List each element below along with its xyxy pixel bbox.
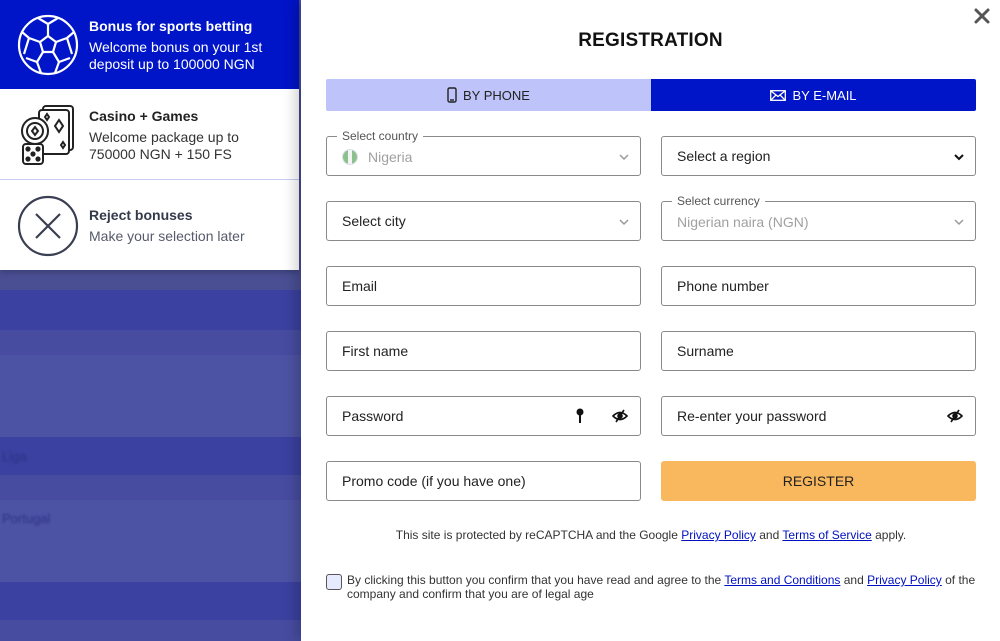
bonus-title: Casino + Games <box>89 107 199 124</box>
country-legend: Select country <box>337 129 424 143</box>
agreement-text: By clicking this button you confirm that… <box>347 573 986 601</box>
first-name-placeholder: First name <box>342 343 409 359</box>
phone-placeholder: Phone number <box>677 278 769 294</box>
tab-label: BY E-MAIL <box>792 87 857 103</box>
background-band: Portugal <box>0 500 301 582</box>
country-value: Nigeria <box>368 149 413 165</box>
currency-value: Nigerian naira (NGN) <box>677 214 809 230</box>
terms-and-conditions-link[interactable]: Terms and Conditions <box>724 573 840 587</box>
chevron-down-icon <box>954 219 964 226</box>
registration-modal: REGISTRATION BY PHONE BY E-MAIL Select c… <box>301 0 1000 641</box>
bonus-title: Bonus for sports betting <box>89 17 253 34</box>
confirm-password-placeholder: Re-enter your password <box>677 408 827 424</box>
nigeria-flag-icon <box>342 149 358 165</box>
bonus-option-casino[interactable]: Casino + Games Welcome package up to 750… <box>0 90 299 180</box>
region-placeholder: Select a region <box>677 148 771 164</box>
privacy-policy-link[interactable]: Privacy Policy <box>681 528 756 542</box>
city-placeholder: Select city <box>342 213 406 229</box>
background-band <box>0 330 301 355</box>
page-title: REGISTRATION <box>578 30 723 51</box>
captcha-text: apply. <box>871 528 907 542</box>
currency-select[interactable]: Select currency Nigerian naira (NGN) <box>661 194 976 241</box>
bonus-option-sports[interactable]: Bonus for sports betting Welcome bonus o… <box>0 0 299 89</box>
promo-placeholder: Promo code (if you have one) <box>342 473 526 489</box>
agreement-text-part: and <box>840 573 868 587</box>
captcha-text: and <box>755 528 783 542</box>
background-band <box>0 290 301 330</box>
soccer-ball-icon <box>17 14 79 76</box>
envelope-icon <box>770 89 787 101</box>
bonus-description: Welcome package up to 750000 NGN + 150 F… <box>89 128 239 162</box>
background-band <box>0 582 301 620</box>
terms-of-service-link[interactable]: Terms of Service <box>782 528 871 542</box>
password-placeholder: Password <box>342 408 404 424</box>
casino-chips-cards-dice-icon <box>17 104 79 166</box>
captcha-text: This site is protected by reCAPTCHA and … <box>395 528 682 542</box>
agreement-privacy-policy-link[interactable]: Privacy Policy <box>867 573 942 587</box>
background-band: Liga <box>0 437 301 475</box>
chevron-down-icon <box>954 154 964 161</box>
region-select[interactable]: Select a region <box>661 136 976 176</box>
reject-x-circle-icon <box>17 195 79 257</box>
email-field[interactable]: Email <box>326 266 641 306</box>
background-label: Liga <box>2 449 27 464</box>
email-placeholder: Email <box>342 278 378 294</box>
recaptcha-notice: This site is protected by reCAPTCHA and … <box>301 528 1000 542</box>
country-select[interactable]: Select country Nigeria <box>326 129 641 176</box>
bonus-panel: Bonus for sports betting Welcome bonus o… <box>0 0 299 270</box>
agreement-row: By clicking this button you confirm that… <box>326 573 986 601</box>
eye-slash-icon[interactable] <box>947 409 963 423</box>
first-name-field[interactable]: First name <box>326 331 641 371</box>
chevron-down-icon <box>619 154 629 161</box>
currency-legend: Select currency <box>672 194 765 208</box>
promo-code-field[interactable]: Promo code (if you have one) <box>326 461 641 501</box>
bonus-title: Reject bonuses <box>89 207 193 223</box>
background-band <box>0 270 301 290</box>
background-band <box>0 355 301 437</box>
tab-by-email[interactable]: BY E-MAIL <box>651 79 976 111</box>
phone-number-field[interactable]: Phone number <box>661 266 976 306</box>
confirm-password-field[interactable]: Re-enter your password <box>661 396 976 436</box>
background-band <box>0 475 301 500</box>
bonus-description: Make your selection later <box>89 228 245 244</box>
close-icon[interactable] <box>972 6 992 26</box>
background-band <box>0 620 301 641</box>
surname-placeholder: Surname <box>677 343 734 359</box>
bonus-description: Welcome bonus on your 1st deposit up to … <box>89 38 263 72</box>
agreement-checkbox[interactable] <box>326 574 342 590</box>
key-icon[interactable] <box>576 408 584 424</box>
registration-method-tabs: BY PHONE BY E-MAIL <box>326 79 976 111</box>
city-select[interactable]: Select city <box>326 201 641 241</box>
password-field[interactable]: Password <box>326 396 641 436</box>
eye-slash-icon[interactable] <box>612 409 628 423</box>
bonus-option-reject[interactable]: Reject bonuses Make your selection later <box>0 181 299 270</box>
surname-field[interactable]: Surname <box>661 331 976 371</box>
tab-label: BY PHONE <box>463 87 530 103</box>
background-label: Portugal <box>2 511 51 526</box>
register-button[interactable]: REGISTER <box>661 461 976 501</box>
agreement-text-part: By clicking this button you confirm that… <box>347 573 725 587</box>
chevron-down-icon <box>619 219 629 226</box>
phone-icon <box>447 87 457 103</box>
tab-by-phone[interactable]: BY PHONE <box>326 79 651 111</box>
